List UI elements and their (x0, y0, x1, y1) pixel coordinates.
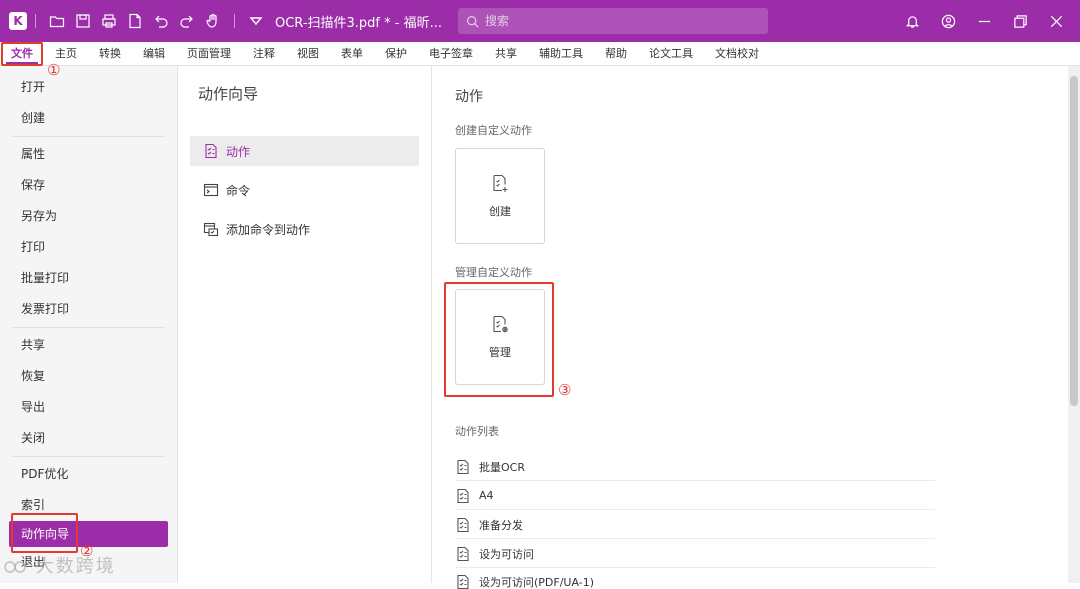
sidebar-item-index[interactable]: 索引 (0, 490, 177, 521)
list-item[interactable]: 设为可访问(PDF/UA-1) (455, 569, 935, 589)
list-item-label: A4 (479, 489, 494, 502)
manage-card-label: 管理 (489, 346, 511, 359)
tab-form[interactable]: 表单 (330, 42, 374, 66)
redo-icon[interactable] (174, 9, 200, 33)
annotation-step-1: ① (47, 61, 61, 79)
sidebar-item-batch-print[interactable]: 批量打印 (0, 263, 177, 294)
list-item[interactable]: 批量OCR (455, 453, 935, 481)
action-checklist-icon (457, 546, 469, 561)
vertical-scrollbar[interactable] (1068, 66, 1080, 583)
search-icon (467, 15, 479, 28)
print-icon[interactable] (96, 9, 122, 33)
sidebar-item-close[interactable]: 关闭 (0, 423, 177, 454)
nav-item-label: 命令 (226, 183, 251, 198)
watermark: 大数跨境 (4, 552, 116, 578)
action-checklist-icon (457, 517, 469, 532)
foxit-logo-icon[interactable]: K (9, 12, 27, 30)
action-checklist-icon (457, 574, 469, 589)
tab-help[interactable]: 帮助 (594, 42, 638, 66)
document-title: OCR-扫描件3.pdf * - 福昕... (275, 15, 442, 31)
save-icon[interactable] (70, 9, 96, 33)
add-command-icon (203, 222, 219, 237)
file-sidebar: 打开 创建 属性 保存 另存为 打印 批量打印 发票打印 共享 恢复 导出 关闭… (0, 66, 178, 583)
nav-item-commands[interactable]: 命令 (190, 175, 419, 205)
action-checklist-icon (205, 143, 217, 159)
divider (12, 327, 165, 328)
notification-bell-icon[interactable] (896, 5, 928, 37)
undo-icon[interactable] (148, 9, 174, 33)
nav-item-label: 添加命令到动作 (226, 222, 311, 237)
sidebar-item-pdf-optimize[interactable]: PDF优化 (0, 459, 177, 490)
list-item-label: 设为可访问 (479, 547, 534, 561)
tab-page-management[interactable]: 页面管理 (176, 42, 242, 66)
search-box[interactable] (457, 8, 768, 34)
hand-tool-icon[interactable] (200, 9, 226, 33)
sidebar-item-export[interactable]: 导出 (0, 392, 177, 423)
nav-item-actions[interactable]: 动作 (190, 136, 419, 166)
tab-e-signature[interactable]: 电子签章 (418, 42, 484, 66)
sidebar-item-create[interactable]: 创建 (0, 103, 177, 134)
content-title: 动作 (455, 89, 483, 105)
close-icon[interactable] (1040, 5, 1072, 37)
divider (12, 456, 165, 457)
list-item[interactable]: A4 (455, 482, 935, 510)
tab-comment[interactable]: 注释 (242, 42, 286, 66)
create-card-label: 创建 (489, 205, 511, 218)
tab-accessibility[interactable]: 辅助工具 (528, 42, 594, 66)
tab-protect[interactable]: 保护 (374, 42, 418, 66)
sidebar-item-print[interactable]: 打印 (0, 232, 177, 263)
tab-convert[interactable]: 转换 (88, 42, 132, 66)
sidebar-item-restore[interactable]: 恢复 (0, 361, 177, 392)
create-action-icon (493, 174, 508, 192)
sidebar-item-invoice-print[interactable]: 发票打印 (0, 294, 177, 325)
watermark-text: 大数跨境 (35, 556, 116, 577)
divider (234, 14, 235, 28)
watermark-logo-icon (4, 561, 26, 573)
list-item[interactable]: 设为可访问 (455, 540, 935, 568)
dropdown-chevron-icon[interactable] (243, 9, 269, 33)
action-checklist-icon (457, 459, 469, 474)
manage-section-title: 管理自定义动作 (455, 266, 532, 279)
search-input[interactable] (484, 14, 745, 28)
sidebar-item-share[interactable]: 共享 (0, 330, 177, 361)
minimize-icon[interactable] (968, 5, 1000, 37)
actions-content: 动作 创建自定义动作 创建 管理自定义动作 管理 动作列表 批量OCR A4 准… (433, 66, 1068, 589)
divider (12, 136, 165, 137)
tab-view[interactable]: 视图 (286, 42, 330, 66)
scrollbar-thumb[interactable] (1070, 76, 1078, 406)
list-item-label: 设为可访问(PDF/UA-1) (479, 576, 595, 589)
title-controls (896, 5, 1072, 37)
action-wizard-panel: 动作向导 动作 命令 添加命令到动作 (179, 66, 432, 583)
list-item-label: 准备分发 (479, 518, 523, 532)
divider (35, 14, 36, 28)
restore-icon[interactable] (1004, 5, 1036, 37)
action-list-title: 动作列表 (455, 425, 499, 438)
manage-action-icon (493, 315, 508, 333)
command-terminal-icon (203, 183, 219, 197)
sidebar-item-open[interactable]: 打开 (0, 72, 177, 103)
nav-item-label: 动作 (226, 144, 251, 159)
action-checklist-icon (457, 488, 469, 503)
manage-action-card[interactable]: 管理 (455, 289, 545, 385)
tab-thesis-tools[interactable]: 论文工具 (638, 42, 704, 66)
sidebar-item-save-as[interactable]: 另存为 (0, 201, 177, 232)
tab-document-proofread[interactable]: 文档校对 (704, 42, 770, 66)
new-document-icon[interactable] (122, 9, 148, 33)
ribbon-tabs: 文件 主页 转换 编辑 页面管理 注释 视图 表单 保护 电子签章 共享 辅助工… (0, 42, 1080, 66)
create-section-title: 创建自定义动作 (455, 124, 532, 137)
sidebar-item-save[interactable]: 保存 (0, 170, 177, 201)
list-item-label: 批量OCR (479, 460, 525, 474)
tab-share[interactable]: 共享 (484, 42, 528, 66)
sidebar-item-properties[interactable]: 属性 (0, 139, 177, 170)
list-item[interactable]: 准备分发 (455, 511, 935, 539)
tab-file[interactable]: 文件 (0, 42, 44, 66)
open-folder-icon[interactable] (44, 9, 70, 33)
tab-edit[interactable]: 编辑 (132, 42, 176, 66)
annotation-step-3: ③ (558, 381, 572, 399)
nav-item-add-command-to-action[interactable]: 添加命令到动作 (190, 214, 419, 244)
create-action-card[interactable]: 创建 (455, 148, 545, 244)
account-icon[interactable] (932, 5, 964, 37)
title-bar: K OCR-扫描件3.pdf * - 福昕... (0, 0, 1080, 42)
panel-title: 动作向导 (198, 85, 259, 103)
